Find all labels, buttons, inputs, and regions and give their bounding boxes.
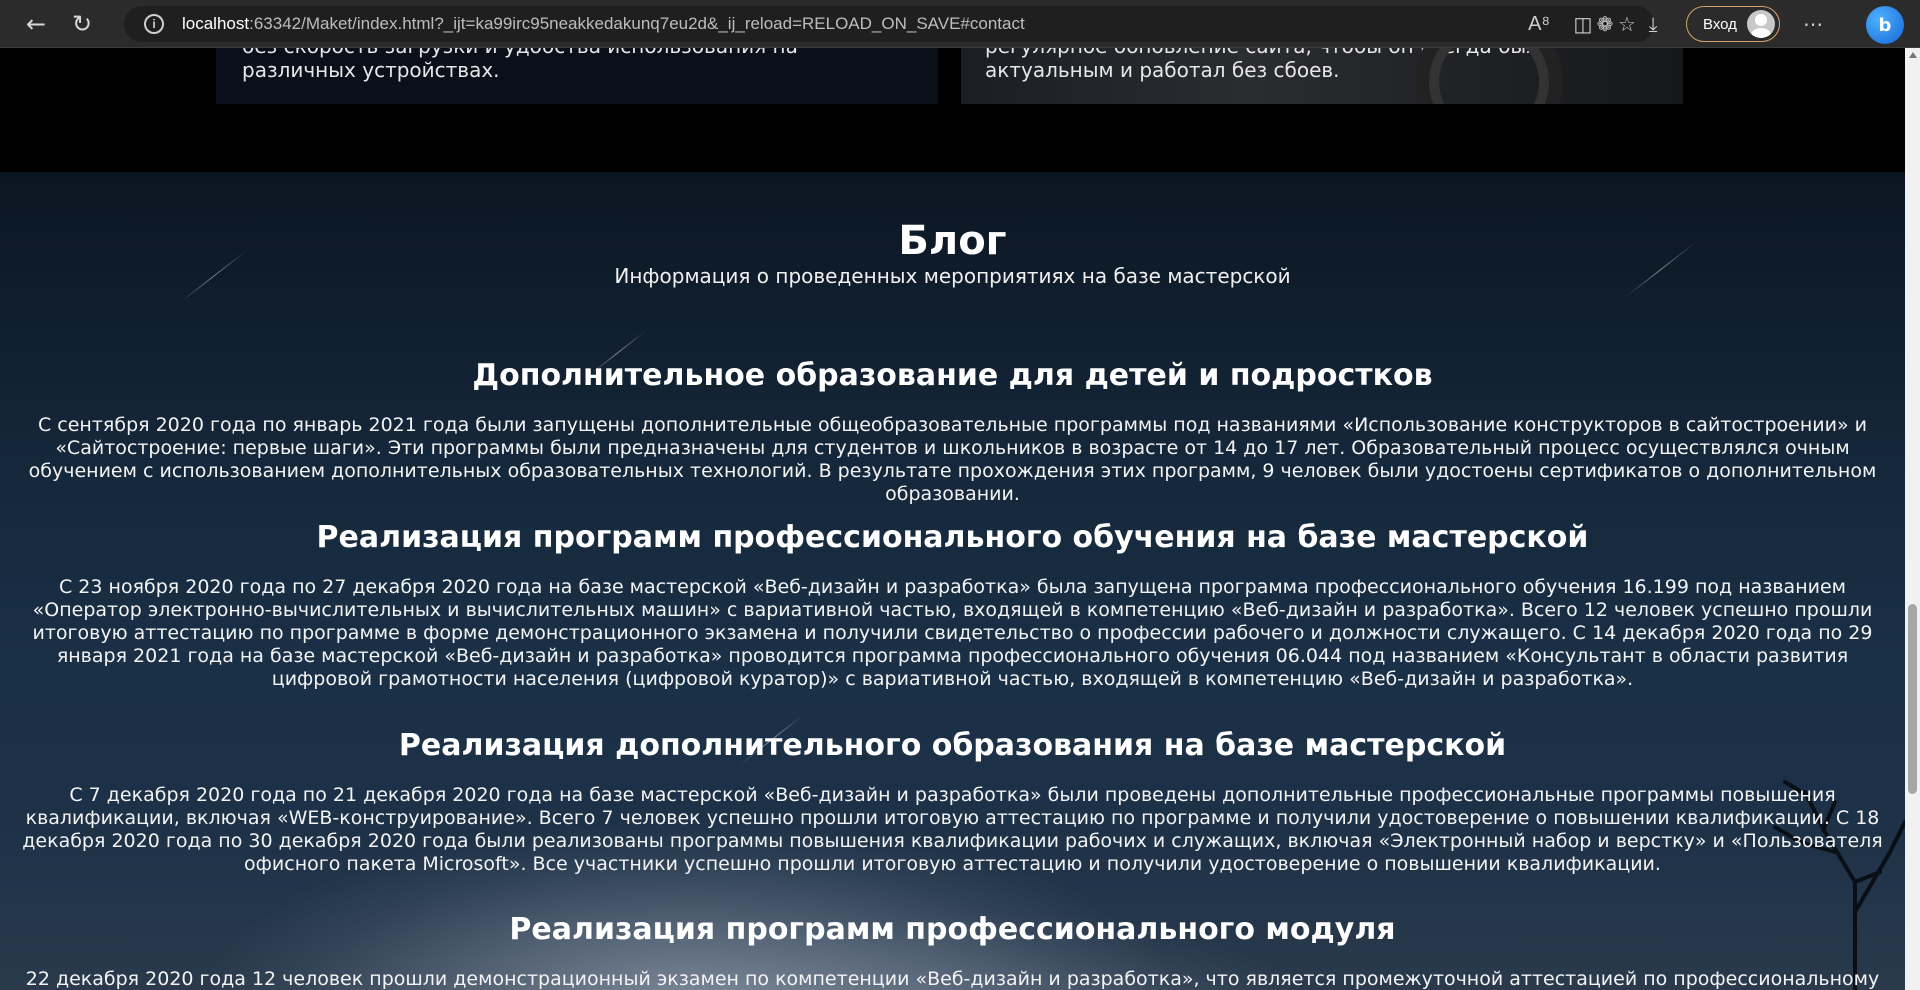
service-card-left-line-2: различных устройствах.	[242, 58, 500, 82]
address-bar[interactable]: i localhost:63342/Maket/index.html?_ijt=…	[124, 6, 1654, 42]
article-body: С 23 ноября 2020 года по 27 декабря 2020…	[32, 576, 1873, 690]
login-button[interactable]: Вход	[1686, 6, 1780, 42]
service-card-left-text: без скорость загрузки и удобства использ…	[242, 48, 798, 82]
extensions-icon[interactable]: ❁	[1590, 9, 1620, 39]
article-title: Реализация дополнительного образования н…	[398, 728, 1507, 763]
page-scrollbar[interactable]	[1905, 48, 1920, 990]
page-viewport: без скорость загрузки и удобства использ…	[0, 48, 1905, 990]
back-icon[interactable]: ←	[16, 4, 56, 44]
service-card-left-line-1: без скорость загрузки и удобства использ…	[242, 48, 798, 58]
blog-title: Блог	[898, 218, 1007, 264]
browser-toolbar: ← ↻ i localhost:63342/Maket/index.html?_…	[0, 0, 1920, 48]
article-title: Реализация программ профессионального мо…	[509, 912, 1396, 947]
bing-icon[interactable]: b	[1866, 6, 1904, 44]
login-label: Вход	[1703, 15, 1737, 33]
url-host: localhost	[182, 14, 250, 33]
service-card-right-line-2: актуальным и работал без сбоев.	[985, 58, 1340, 82]
reload-icon[interactable]: ↻	[62, 4, 102, 44]
browser-right-tools: ❁ ⤓ Вход ⋯	[1590, 0, 1828, 48]
article-body: С 7 декабря 2020 года по 21 декабря 2020…	[22, 784, 1883, 875]
service-card-right-line-1: регулярное обновление сайта, чтобы он вс…	[985, 48, 1539, 58]
service-card-right: регулярное обновление сайта, чтобы он вс…	[961, 48, 1683, 104]
url-path: :63342/Maket/index.html?_ijt=ka99irc95ne…	[249, 14, 1025, 33]
blog-section: Блог Информация о проведенных мероприяти…	[0, 172, 1905, 990]
service-card-left: без скорость загрузки и удобства использ…	[216, 48, 938, 104]
article-title: Реализация программ профессионального об…	[316, 520, 1589, 555]
info-icon[interactable]: i	[144, 14, 164, 34]
read-aloud-icon[interactable]: A⁸	[1526, 10, 1552, 38]
avatar	[1746, 10, 1775, 38]
download-icon[interactable]: ⤓	[1638, 9, 1668, 39]
article-body: С сентября 2020 года по январь 2021 года…	[28, 414, 1877, 505]
scroll-up-arrow-icon[interactable]	[1908, 52, 1917, 58]
more-icon[interactable]: ⋯	[1798, 9, 1828, 39]
scrollbar-thumb[interactable]	[1908, 604, 1917, 794]
service-card-right-text: регулярное обновление сайта, чтобы он вс…	[985, 48, 1539, 82]
services-section-bottom: без скорость загрузки и удобства использ…	[0, 48, 1905, 172]
article-title: Дополнительное образование для детей и п…	[472, 358, 1433, 393]
article-body: 22 декабря 2020 года 12 человек прошли д…	[25, 968, 1880, 990]
blog-subtitle: Информация о проведенных мероприятиях на…	[614, 264, 1291, 288]
